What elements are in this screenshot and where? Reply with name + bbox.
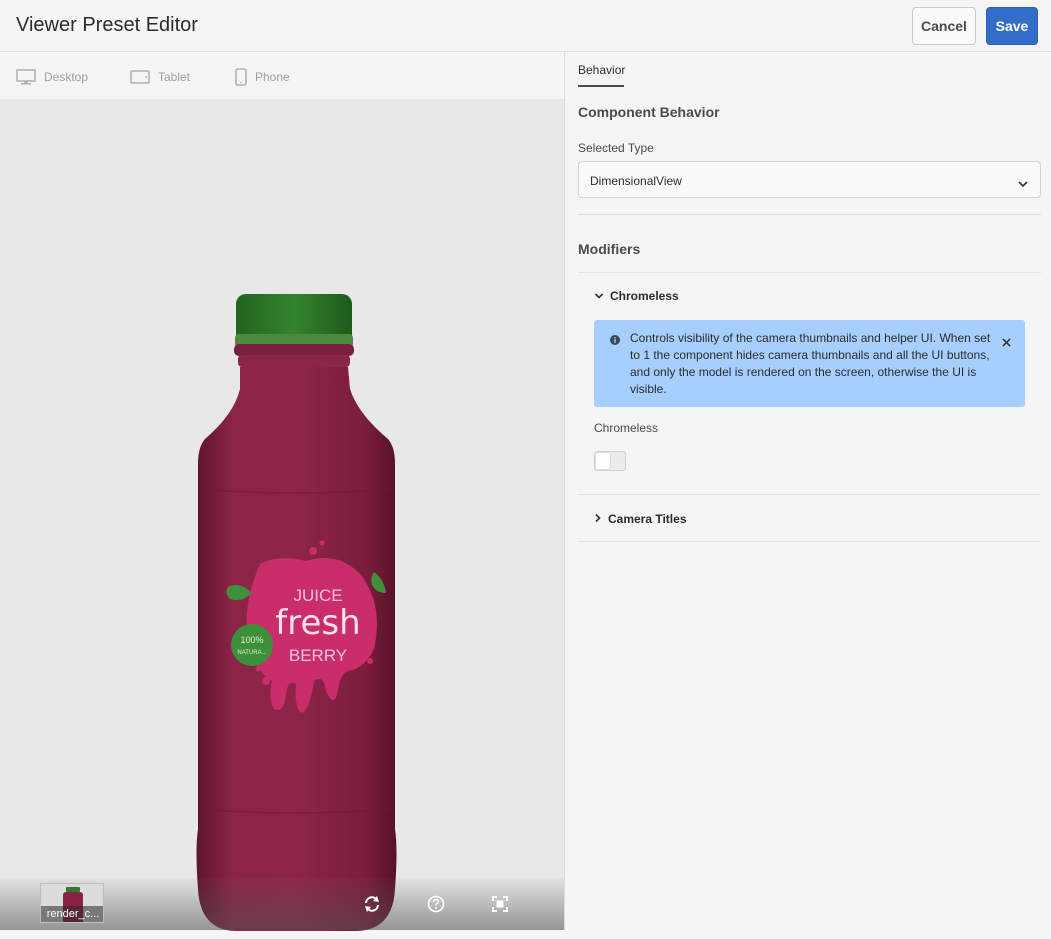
tab-active-indicator: [578, 85, 624, 87]
device-tablet-label: Tablet: [158, 70, 191, 84]
chevron-right-icon: [594, 510, 602, 528]
device-desktop[interactable]: Desktop: [16, 68, 88, 86]
device-phone-label: Phone: [255, 70, 290, 84]
desktop-icon: [16, 69, 36, 85]
tablet-icon: [130, 69, 150, 85]
viewer-controls-bar: render_c...: [0, 878, 564, 930]
chromeless-accordion-header[interactable]: Chromeless: [594, 288, 679, 304]
cancel-button[interactable]: Cancel: [912, 7, 976, 45]
phone-icon: [235, 68, 247, 86]
page-title: Viewer Preset Editor: [16, 14, 198, 36]
toggle-knob: [596, 453, 610, 469]
selected-type-value: DimensionalView: [590, 174, 682, 188]
camera-titles-accordion-header[interactable]: Camera Titles: [594, 511, 687, 527]
device-tablet[interactable]: Tablet: [130, 68, 190, 86]
product-label-fresh: fresh: [275, 603, 360, 643]
reset-view-button[interactable]: [362, 894, 382, 914]
chromeless-field-label: Chromeless: [594, 421, 659, 435]
help-button[interactable]: [426, 894, 446, 914]
header-bar: Viewer Preset Editor Cancel Save: [0, 0, 1051, 52]
camera-titles-accordion-title: Camera Titles: [608, 512, 687, 526]
chevron-down-icon: [594, 287, 604, 305]
thumbnail-label: render_c...: [41, 906, 103, 922]
preview-pane: Desktop Tablet Phone JUICE fresh BERRY 1…: [0, 52, 564, 931]
divider: [578, 541, 1041, 542]
properties-panel: Behavior Component Behavior Selected Typ…: [565, 52, 1051, 930]
device-desktop-label: Desktop: [44, 70, 89, 84]
chromeless-info-text: Controls visibility of the camera thumbn…: [630, 331, 991, 396]
chromeless-accordion-title: Chromeless: [610, 289, 679, 303]
save-button[interactable]: Save: [986, 7, 1038, 45]
3d-viewer[interactable]: JUICE fresh BERRY 100% NATURA... render_…: [0, 99, 564, 931]
product-model: JUICE fresh BERRY 100% NATURA...: [188, 289, 404, 934]
camera-thumbnail[interactable]: render_c...: [40, 883, 104, 923]
chromeless-toggle[interactable]: [594, 451, 626, 471]
divider: [578, 214, 1041, 215]
device-phone[interactable]: Phone: [235, 68, 290, 86]
selected-type-select[interactable]: DimensionalView: [578, 161, 1041, 198]
info-icon: [610, 332, 620, 350]
chromeless-info-alert: Controls visibility of the camera thumbn…: [594, 320, 1025, 407]
component-behavior-heading: Component Behavior: [578, 104, 720, 120]
tab-behavior[interactable]: Behavior: [578, 63, 625, 77]
divider: [578, 272, 1041, 273]
fullscreen-icon: [492, 896, 508, 912]
close-icon[interactable]: [1002, 334, 1011, 352]
chevron-down-icon: [1018, 175, 1028, 193]
product-badge-percent: 100%: [240, 635, 263, 645]
divider: [578, 494, 1041, 495]
help-icon: [427, 895, 445, 913]
reset-icon: [365, 896, 379, 912]
fullscreen-button[interactable]: [490, 894, 510, 914]
modifiers-heading: Modifiers: [578, 241, 641, 257]
product-label-berry: BERRY: [289, 646, 347, 665]
device-toolbar: Desktop Tablet Phone: [0, 52, 564, 99]
product-badge-natural: NATURA...: [237, 650, 267, 656]
selected-type-label: Selected Type: [578, 141, 654, 155]
